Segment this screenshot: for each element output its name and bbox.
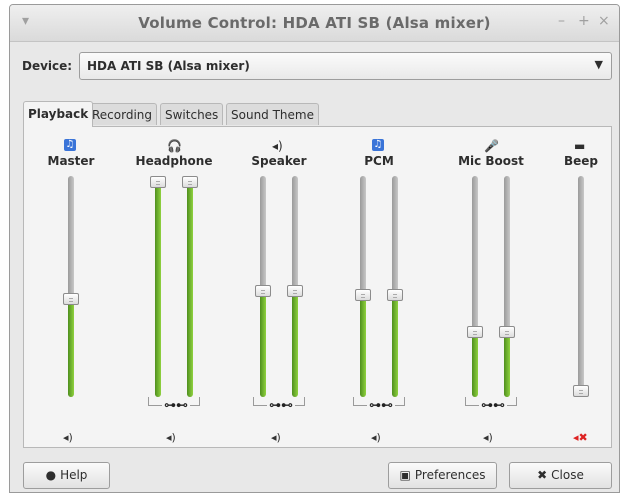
volume-slider[interactable] (467, 176, 483, 397)
speaker-icon: ◂) (272, 139, 283, 153)
slider-handle[interactable] (499, 326, 515, 338)
volume-level-fill (504, 335, 510, 397)
channel-label: Headphone (135, 154, 213, 168)
music-note-icon: ♫ (64, 139, 76, 151)
close-window-icon[interactable]: × (598, 13, 610, 29)
volume-level-fill (260, 291, 266, 397)
slider-handle[interactable] (467, 326, 483, 338)
volume-slider[interactable] (499, 176, 515, 397)
volume-slider[interactable] (287, 176, 303, 397)
muted-speaker-icon[interactable]: ◂✖ (573, 431, 588, 444)
slider-handle[interactable] (573, 385, 589, 397)
mute-toggle-icon[interactable]: ◂) (483, 431, 493, 444)
device-select-value: HDA ATI SB (Alsa mixer) (87, 59, 250, 73)
volume-level-fill (472, 335, 478, 397)
tab-sound-theme[interactable]: Sound Theme (226, 103, 319, 125)
mute-toggle-icon[interactable]: ◂) (371, 431, 381, 444)
volume-slider[interactable] (255, 176, 271, 397)
volume-level-fill (187, 176, 193, 397)
tab-switches[interactable]: Switches (160, 103, 224, 125)
slider-handle[interactable] (182, 176, 198, 188)
microphone-icon: 🎤 (484, 139, 499, 153)
help-icon: ● (45, 468, 57, 482)
channel-lock-toggle[interactable]: ⊶⊷ (353, 397, 405, 412)
volume-level-fill (360, 295, 366, 397)
headphone-icon: 🎧 (167, 139, 182, 153)
slider-handle[interactable] (287, 285, 303, 297)
volume-slider[interactable] (573, 176, 589, 397)
window-title: Volume Control: HDA ATI SB (Alsa mixer) (138, 14, 491, 32)
volume-slider[interactable] (63, 176, 79, 397)
beep-icon: ▬ (574, 139, 586, 153)
tab-recording[interactable]: Recording (87, 103, 158, 125)
maximize-icon[interactable]: + (578, 13, 590, 29)
preferences-button-label: Preferences (414, 468, 486, 482)
volume-slider[interactable] (355, 176, 371, 397)
volume-level-fill (68, 300, 74, 397)
close-button-label: Close (551, 468, 584, 482)
volume-level-fill (392, 295, 398, 397)
preferences-icon: ▣ (399, 468, 411, 482)
dropdown-arrow-icon: ▼ (594, 58, 603, 71)
channel-lock-toggle[interactable]: ⊶⊷ (465, 397, 517, 412)
channel-lock-toggle[interactable]: ⊶⊷ (148, 397, 200, 412)
close-button[interactable]: ✖ Close (509, 462, 612, 489)
slider-handle[interactable] (255, 285, 271, 297)
channel-label: PCM (364, 154, 394, 168)
channel-lock-toggle[interactable]: ⊶⊷ (253, 397, 305, 412)
device-label: Device: (22, 59, 73, 73)
volume-level-fill (292, 291, 298, 397)
minimize-icon[interactable]: – (558, 13, 565, 29)
playback-panel: ♫ Master ◂) 🎧 Headphone ⊶⊷ ◂) ◂) Speaker ⊶⊷ ◂) ♫ PCM… (23, 126, 612, 448)
channel-label: Speaker (251, 154, 307, 168)
help-button[interactable]: ● Help (23, 462, 110, 489)
chain-link-icon: ⊶⊷ (479, 398, 507, 412)
slider-handle[interactable] (150, 176, 166, 188)
slider-handle[interactable] (63, 293, 79, 305)
mute-toggle-icon[interactable]: ◂) (63, 431, 73, 444)
volume-slider[interactable] (387, 176, 403, 397)
slider-handle[interactable] (387, 289, 403, 301)
device-select[interactable]: HDA ATI SB (Alsa mixer) ▼ (79, 52, 612, 80)
volume-slider[interactable] (150, 176, 166, 397)
help-button-label: Help (60, 468, 88, 482)
preferences-button[interactable]: ▣ Preferences (388, 462, 497, 489)
chain-link-icon: ⊶⊷ (367, 398, 395, 412)
channel-label: Master (47, 154, 95, 168)
music-note-icon: ♫ (372, 139, 384, 151)
tab-playback[interactable]: Playback (23, 101, 94, 127)
mute-toggle-icon[interactable]: ◂) (271, 431, 281, 444)
volume-slider[interactable] (182, 176, 198, 397)
slider-handle[interactable] (355, 289, 371, 301)
title-bar[interactable]: ▾ Volume Control: HDA ATI SB (Alsa mixer… (10, 5, 619, 42)
volume-level-fill (155, 176, 161, 397)
close-icon: ✖ (537, 468, 548, 482)
chain-link-icon: ⊶⊷ (162, 398, 190, 412)
chain-link-icon: ⊶⊷ (267, 398, 295, 412)
volume-control-window: ▾ Volume Control: HDA ATI SB (Alsa mixer… (9, 4, 620, 493)
mute-toggle-icon[interactable]: ◂) (166, 431, 176, 444)
channel-label: Mic Boost (458, 154, 524, 168)
channel-label: Beep (563, 154, 598, 168)
